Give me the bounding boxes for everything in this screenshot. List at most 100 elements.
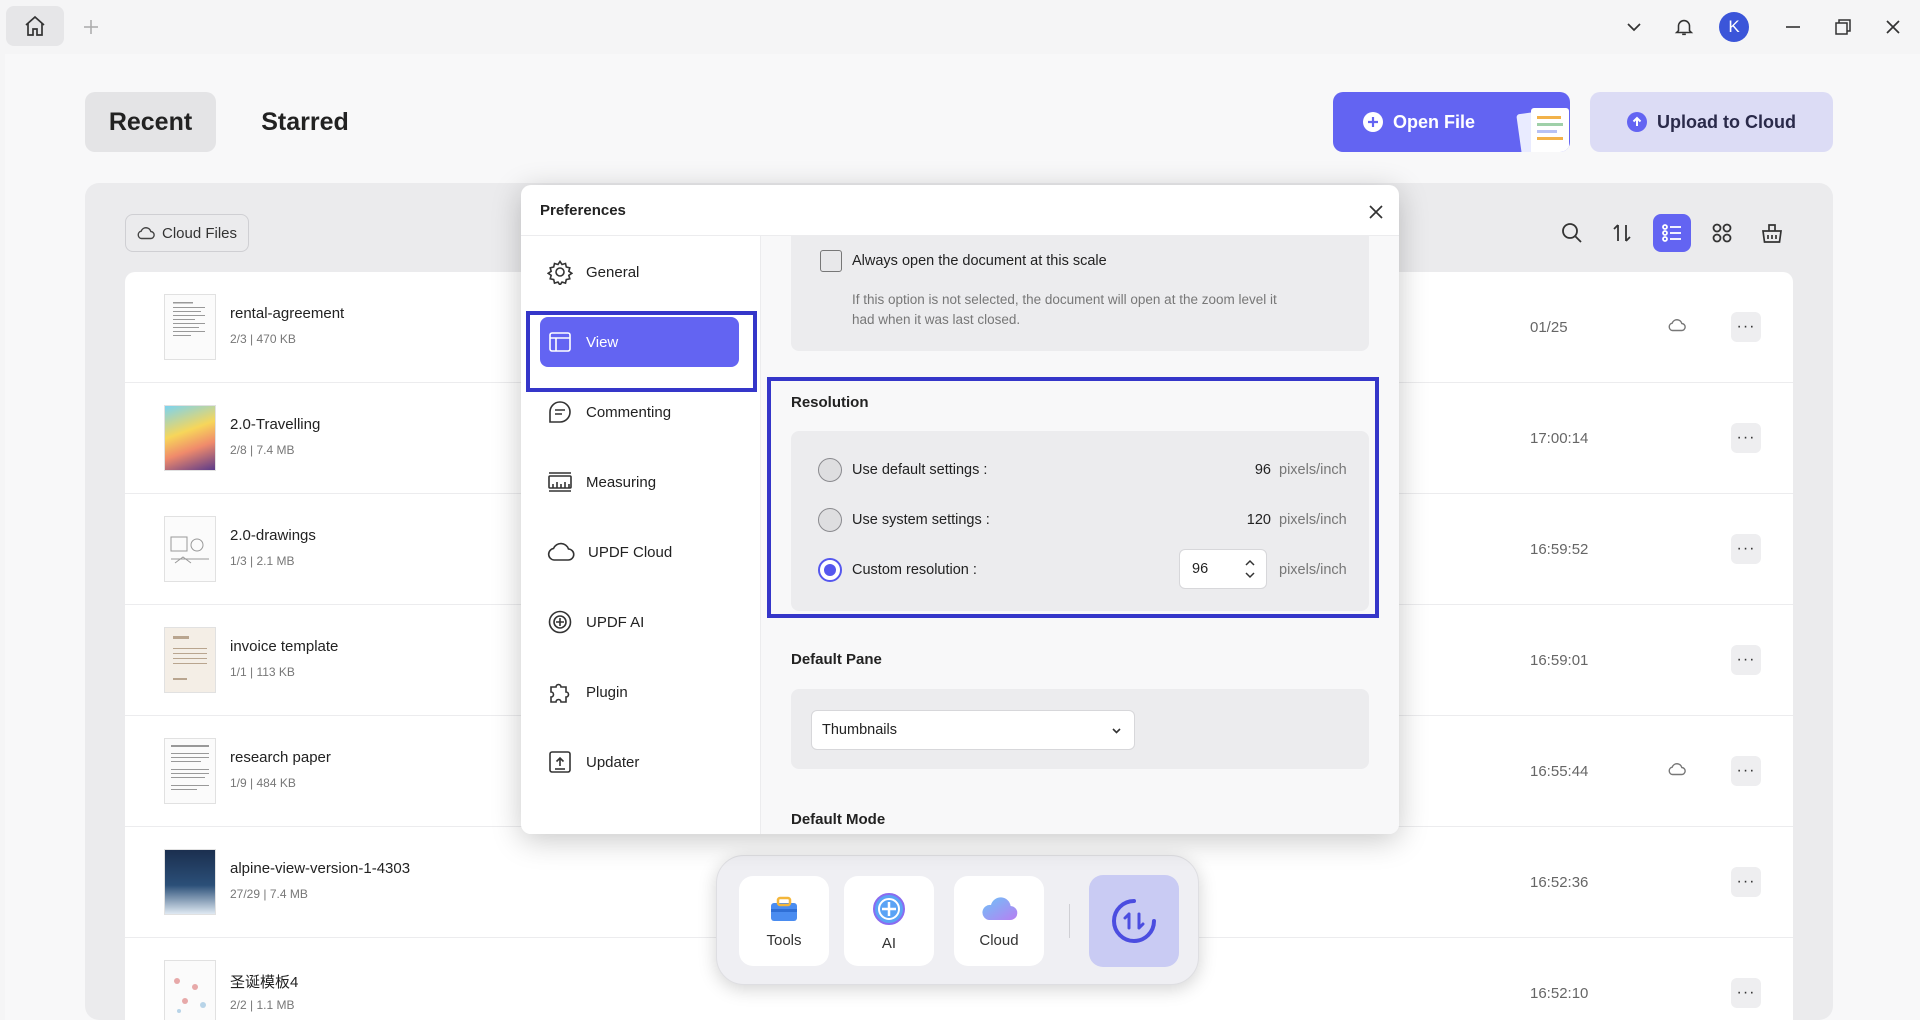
more-options-button[interactable]: ···: [1731, 423, 1761, 453]
dock-ai-button[interactable]: AI: [844, 876, 934, 966]
dock-divider: [1069, 904, 1070, 938]
nav-item-measuring[interactable]: Measuring: [540, 457, 739, 507]
nav-measuring-label: Measuring: [586, 473, 657, 491]
ai-orb-icon: [871, 891, 907, 927]
nav-item-updf-cloud[interactable]: UPDF Cloud: [540, 527, 739, 577]
file-thumbnail: [164, 738, 216, 804]
home-tab[interactable]: [6, 6, 64, 46]
close-icon[interactable]: [1364, 200, 1388, 224]
file-name: 2.0-Travelling: [230, 416, 321, 433]
more-options-button[interactable]: ···: [1731, 645, 1761, 675]
search-icon[interactable]: [1553, 214, 1591, 252]
nav-item-updater[interactable]: Updater: [540, 737, 739, 787]
default-pane-title: Default Pane: [791, 651, 882, 668]
scale-hint-line2: had when it was last closed.: [852, 312, 1021, 327]
plus-circle-icon: [1363, 112, 1383, 132]
nav-general-label: General: [586, 263, 640, 281]
file-time: 01/25: [1530, 319, 1568, 336]
file-thumbnail: [164, 627, 216, 693]
upload-to-cloud-button[interactable]: Upload to Cloud: [1590, 92, 1833, 152]
dock-cloud-label: Cloud: [979, 931, 1019, 949]
file-thumbnail: [164, 516, 216, 582]
file-thumbnail: [164, 960, 216, 1020]
avatar[interactable]: K: [1719, 12, 1749, 42]
nav-updater-label: Updater: [586, 753, 640, 771]
file-time: 16:59:01: [1530, 652, 1589, 669]
cloud-icon: [137, 226, 155, 240]
more-options-button[interactable]: ···: [1731, 534, 1761, 564]
ai-icon: [547, 609, 573, 635]
always-open-scale-checkbox[interactable]: [820, 250, 842, 272]
file-name: alpine-view-version-1-4303: [230, 860, 411, 877]
cloud-files-label: Cloud Files: [161, 224, 238, 242]
minimize-icon[interactable]: [1776, 10, 1810, 44]
view-highlight-box: [526, 311, 757, 392]
file-thumbnail: [164, 849, 216, 915]
file-meta: 2/3 | 470 KB: [230, 332, 296, 346]
documents-illustration-icon: [1513, 104, 1570, 152]
dock-ai-label: AI: [881, 934, 897, 952]
close-window-icon[interactable]: [1876, 10, 1910, 44]
file-name: 圣诞模板4: [230, 974, 299, 991]
bell-icon[interactable]: [1667, 10, 1701, 44]
open-file-label: Open File: [1393, 111, 1476, 132]
more-options-button[interactable]: ···: [1731, 756, 1761, 786]
cloud-files-button[interactable]: Cloud Files: [125, 214, 249, 252]
grid-view-icon[interactable]: [1703, 214, 1741, 252]
file-time: 17:00:14: [1530, 430, 1589, 447]
nav-plugin-label: Plugin: [586, 683, 628, 701]
default-mode-title: Default Mode: [791, 811, 886, 828]
file-meta: 2/8 | 7.4 MB: [230, 443, 295, 457]
nav-updf-ai-label: UPDF AI: [586, 613, 645, 631]
file-name: 2.0-drawings: [230, 527, 316, 544]
tab-starred[interactable]: Starred: [240, 92, 370, 152]
gear-icon: [547, 259, 573, 285]
dock-tools-label: Tools: [766, 931, 802, 949]
puzzle-icon: [547, 679, 573, 705]
file-time: 16:52:36: [1530, 874, 1589, 891]
file-time: 16:59:52: [1530, 541, 1589, 558]
upload-to-cloud-label: Upload to Cloud: [1657, 111, 1796, 132]
file-name: rental-agreement: [230, 305, 345, 322]
dock-tools-button[interactable]: Tools: [739, 876, 829, 966]
comment-icon: [547, 399, 573, 425]
default-pane-card: Thumbnails: [791, 689, 1369, 769]
toolbox-icon: [767, 894, 801, 924]
resolution-highlight-box: [767, 377, 1379, 618]
nav-updf-cloud-label: UPDF Cloud: [588, 543, 673, 561]
open-file-button[interactable]: Open File: [1333, 92, 1570, 152]
file-time: 16:52:10: [1530, 985, 1589, 1002]
file-meta: 2/2 | 1.1 MB: [230, 998, 295, 1012]
restore-icon[interactable]: [1826, 10, 1860, 44]
nav-item-commenting[interactable]: Commenting: [540, 387, 739, 437]
list-view-icon[interactable]: [1653, 214, 1691, 252]
cloud-icon[interactable]: [1668, 318, 1686, 332]
file-time: 16:55:44: [1530, 763, 1589, 780]
more-options-button[interactable]: ···: [1731, 312, 1761, 342]
chevron-down-icon[interactable]: [1617, 10, 1651, 44]
tab-recent[interactable]: Recent: [85, 92, 216, 152]
cloud-icon[interactable]: [1668, 762, 1686, 776]
more-options-button[interactable]: ···: [1731, 867, 1761, 897]
file-thumbnail: [164, 294, 216, 360]
scale-hint-line1: If this option is not selected, the docu…: [852, 292, 1277, 307]
dock-cloud-button[interactable]: Cloud: [954, 876, 1044, 966]
file-name: research paper: [230, 749, 331, 766]
nav-item-general[interactable]: General: [540, 247, 739, 297]
update-icon: [547, 749, 573, 775]
new-tab-plus-icon[interactable]: [74, 10, 108, 44]
more-options-button[interactable]: ···: [1731, 978, 1761, 1008]
clear-basket-icon[interactable]: [1753, 214, 1791, 252]
nav-item-updf-ai[interactable]: UPDF AI: [540, 597, 739, 647]
nav-item-plugin[interactable]: Plugin: [540, 667, 739, 717]
cloud-icon: [547, 540, 575, 564]
default-pane-select[interactable]: Thumbnails: [811, 710, 1135, 750]
dialog-title: Preferences: [540, 202, 626, 219]
bottom-dock: Tools AI Cloud: [716, 855, 1199, 985]
dock-convert-button[interactable]: [1089, 875, 1179, 967]
sort-icon[interactable]: [1603, 214, 1641, 252]
file-meta: 1/3 | 2.1 MB: [230, 554, 295, 568]
scale-card: Always open the document at this scale I…: [791, 236, 1369, 351]
default-pane-value: Thumbnails: [822, 722, 897, 738]
upload-arrow-icon: [1627, 112, 1647, 132]
